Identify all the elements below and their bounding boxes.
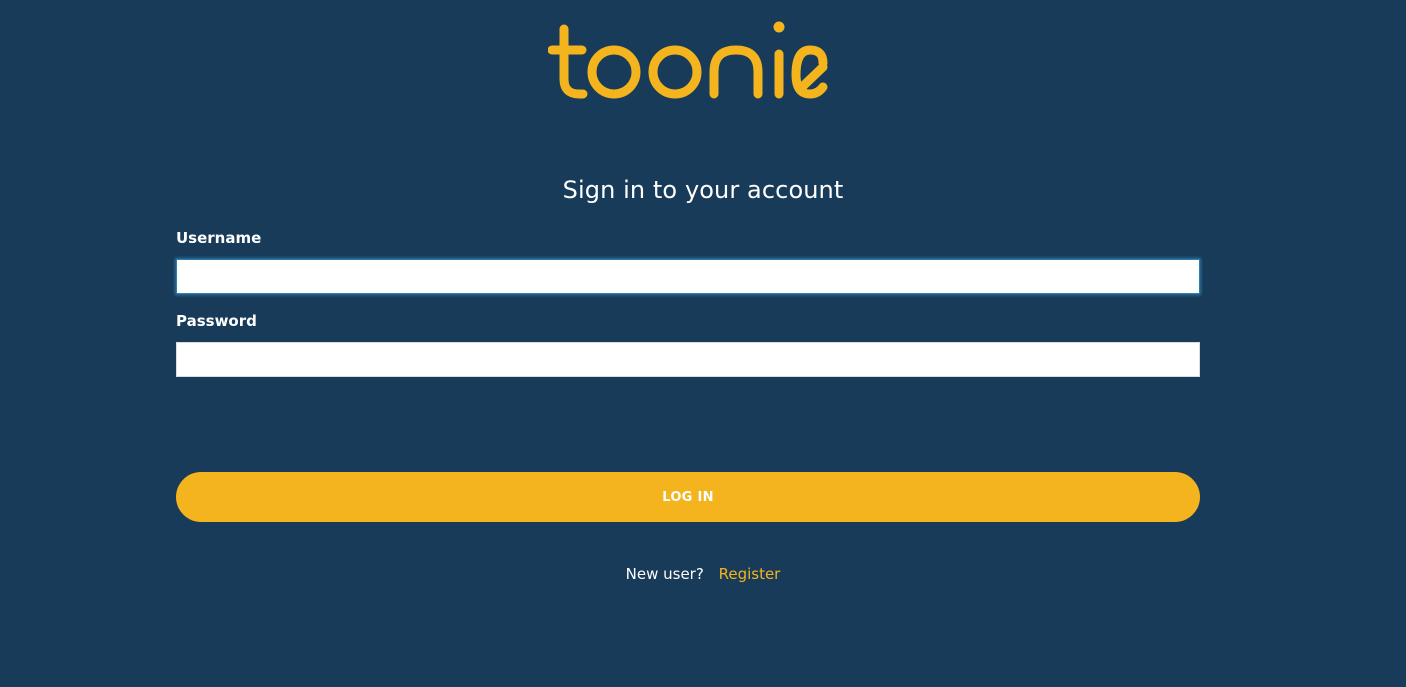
login-button[interactable]: LOG IN	[176, 472, 1200, 522]
new-user-prompt: New user?	[625, 565, 704, 583]
register-link[interactable]: Register	[719, 565, 781, 583]
username-label: Username	[176, 229, 262, 247]
password-label: Password	[176, 312, 257, 330]
password-input[interactable]	[176, 342, 1200, 377]
toonie-logo	[548, 17, 830, 103]
login-page: Sign in to your account Username Passwor…	[0, 0, 1406, 687]
username-input[interactable]	[176, 259, 1200, 294]
page-title: Sign in to your account	[562, 176, 844, 204]
register-row: New user? Register	[0, 565, 1406, 583]
